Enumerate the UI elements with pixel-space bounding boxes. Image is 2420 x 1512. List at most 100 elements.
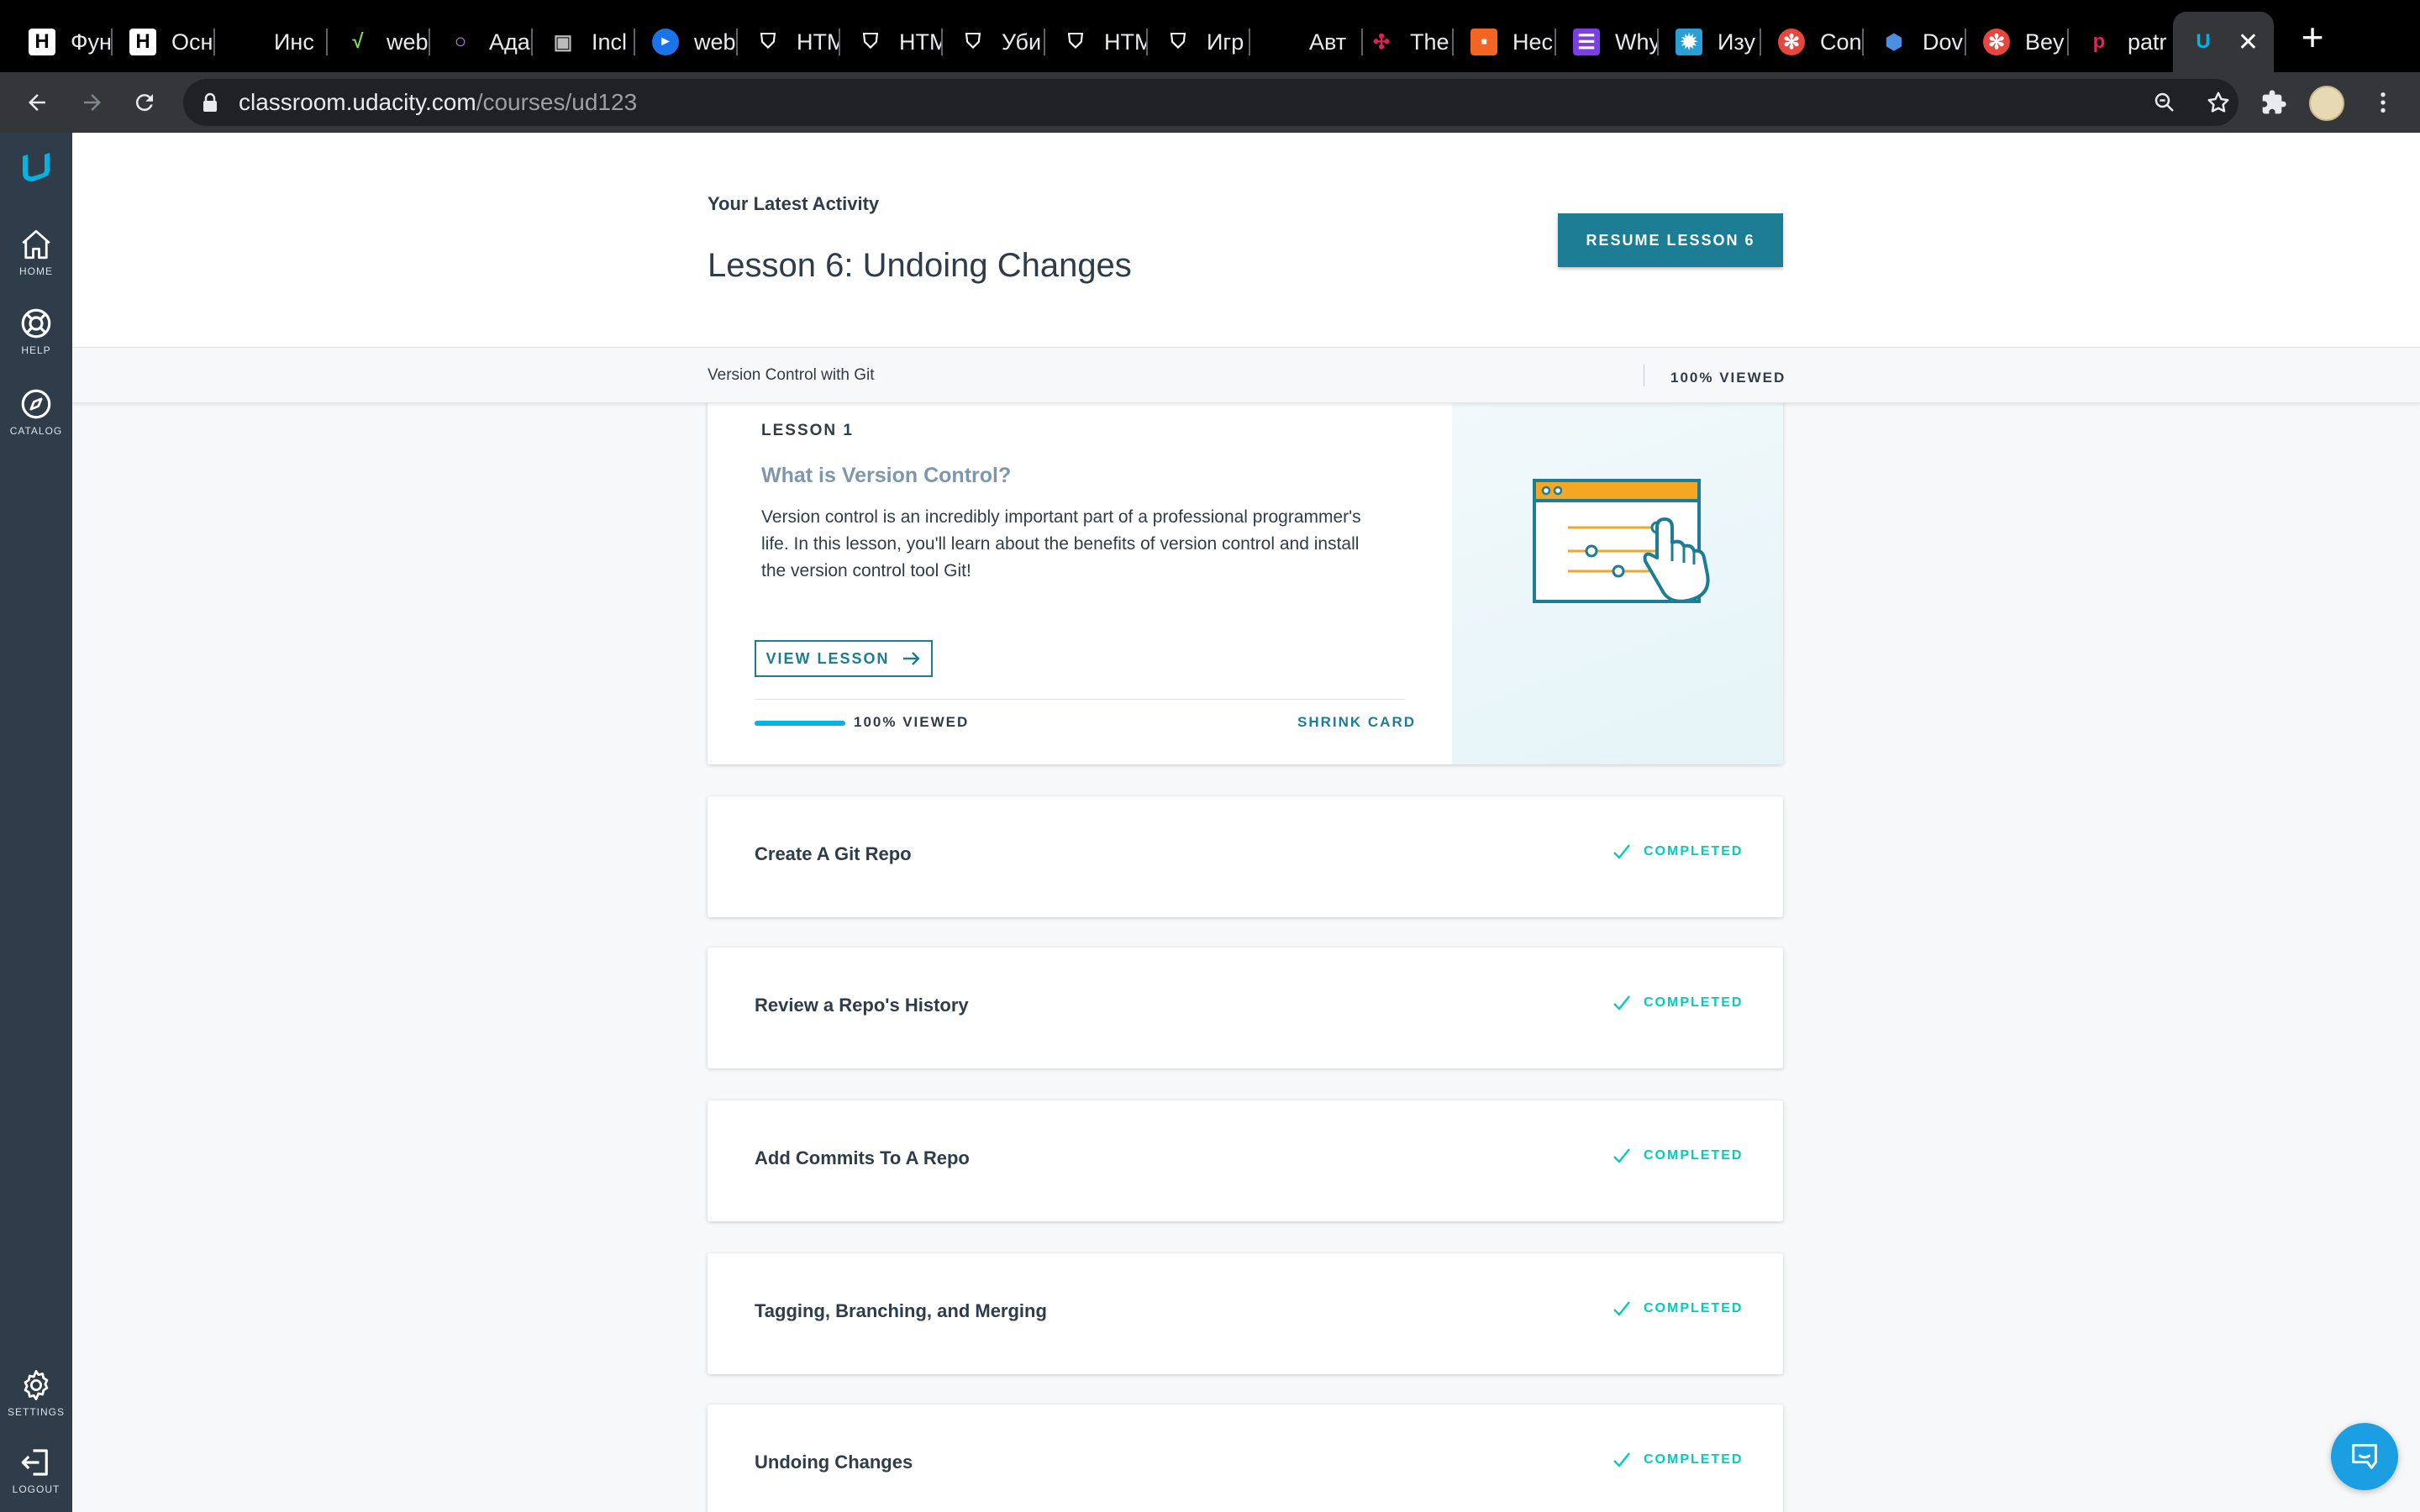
lesson-illustration-panel bbox=[1452, 385, 1783, 764]
browser-tab[interactable]: ⛉ Игр bbox=[1148, 12, 1250, 72]
back-arrow-icon bbox=[29, 94, 45, 111]
sidebar-item-label: HELP bbox=[21, 344, 51, 356]
browser-toolbar: classroom.udacity.com/courses/ud123 bbox=[0, 72, 2420, 133]
new-tab-button[interactable]: + bbox=[2294, 18, 2331, 57]
browser-menu-icon[interactable] bbox=[2363, 82, 2403, 123]
tab-title: Нес bbox=[1512, 29, 1554, 55]
lesson-card[interactable]: Review a Repo's History COMPLETED bbox=[708, 948, 1783, 1068]
status-text: COMPLETED bbox=[1644, 1301, 1744, 1315]
tab-favicon-icon: ☰ bbox=[1573, 29, 1600, 55]
tab-favicon-icon: H bbox=[129, 29, 156, 55]
browser-tab[interactable]: ✣ The bbox=[1351, 12, 1454, 72]
browser-tab[interactable]: H Осн bbox=[113, 12, 215, 72]
reload-button[interactable] bbox=[124, 82, 165, 123]
lesson-card[interactable]: Undoing Changes COMPLETED bbox=[708, 1404, 1783, 1512]
status-badge: COMPLETED bbox=[1612, 1299, 1743, 1319]
browser-tab[interactable]: ⬢ Dov bbox=[1864, 12, 1966, 72]
tab-title: Осн bbox=[171, 29, 213, 55]
zoom-icon[interactable] bbox=[2149, 87, 2180, 118]
gear-icon bbox=[24, 1369, 49, 1401]
tab-title: Инс bbox=[274, 29, 314, 55]
browser-tab[interactable]: ⛉ HTM bbox=[1045, 12, 1148, 72]
browser-tab[interactable]: ⛉ Уби bbox=[943, 12, 1045, 72]
udacity-logo[interactable] bbox=[0, 148, 72, 188]
url-path: /courses/ud123 bbox=[476, 89, 638, 115]
address-bar[interactable]: classroom.udacity.com/courses/ud123 bbox=[183, 79, 2238, 126]
lesson-card[interactable]: Tagging, Branching, and Merging COMPLETE… bbox=[708, 1253, 1783, 1374]
browser-tab[interactable]: H Фун bbox=[12, 12, 113, 72]
checkmark-icon bbox=[1613, 1452, 1630, 1467]
tab-title: Incl bbox=[592, 29, 628, 55]
profile-avatar[interactable] bbox=[2309, 86, 2344, 121]
back-button[interactable] bbox=[17, 82, 57, 123]
browser-tab[interactable]: ⛉ HTM bbox=[738, 12, 840, 72]
view-lesson-button[interactable]: VIEW LESSON bbox=[755, 640, 933, 677]
lesson-card-expanded: LESSON 1 What is Version Control? Versio… bbox=[708, 385, 1783, 764]
lesson-title: Create A Git Repo bbox=[755, 843, 912, 864]
browser-tab-active[interactable]: U ✕ bbox=[2173, 12, 2274, 72]
forward-arrow-icon bbox=[84, 94, 101, 111]
tab-favicon-icon bbox=[232, 29, 259, 55]
tab-favicon-icon: ○ bbox=[454, 30, 467, 53]
app-sidebar: HOME HELP CATALOG SETTINGS LOGOUT bbox=[0, 133, 72, 1512]
browser-tab[interactable]: ✹ Изу bbox=[1659, 12, 1761, 72]
udacity-logo-icon bbox=[23, 153, 50, 181]
tab-title: Изу bbox=[1718, 29, 1755, 55]
browser-tab[interactable]: ○ Ада bbox=[430, 12, 533, 72]
sidebar-item-settings[interactable]: SETTINGS bbox=[0, 1368, 72, 1418]
lesson-card[interactable]: Create A Git Repo COMPLETED bbox=[708, 796, 1783, 917]
close-tab-icon[interactable]: ✕ bbox=[2238, 28, 2259, 57]
browser-tab[interactable]: ✻ Bey bbox=[1966, 12, 2069, 72]
lesson-card[interactable]: Add Commits To A Repo COMPLETED bbox=[708, 1100, 1783, 1221]
browser-tab-strip: H Фун H Осн Инс √ web ○ Ада ▣ Incl ► web… bbox=[0, 0, 2420, 72]
browser-tab[interactable]: ✻ Con bbox=[1761, 12, 1864, 72]
browser-tab[interactable]: ☰ Why bbox=[1556, 12, 1659, 72]
tab-favicon-icon: ✻ bbox=[1778, 29, 1805, 55]
browser-tab[interactable]: √ web bbox=[328, 12, 430, 72]
url-text: classroom.udacity.com/courses/ud123 bbox=[239, 89, 637, 116]
compass-icon bbox=[21, 389, 51, 419]
extensions-puzzle-icon[interactable] bbox=[2254, 82, 2294, 123]
chat-launcher-button[interactable] bbox=[2331, 1423, 2398, 1490]
status-badge: COMPLETED bbox=[1612, 993, 1743, 1013]
sidebar-item-catalog[interactable]: CATALOG bbox=[0, 386, 72, 437]
tab-favicon-icon: ▣ bbox=[553, 30, 573, 54]
tab-favicon-icon bbox=[1267, 29, 1294, 55]
sidebar-item-home[interactable]: HOME bbox=[0, 227, 72, 277]
tab-favicon-icon: ⛉ bbox=[760, 30, 776, 53]
shrink-card-link[interactable]: SHRINK CARD bbox=[1297, 714, 1416, 731]
sidebar-item-label: LOGOUT bbox=[12, 1483, 60, 1495]
tab-title: Con bbox=[1820, 29, 1862, 55]
tab-title: web bbox=[694, 29, 736, 55]
tab-favicon-icon: ✣ bbox=[1372, 30, 1391, 54]
browser-tab[interactable]: ⛉ HTM bbox=[840, 12, 943, 72]
browser-tab[interactable]: ▣ Incl bbox=[533, 12, 635, 72]
logout-icon bbox=[21, 1449, 48, 1476]
tab-title: Dov bbox=[1923, 29, 1964, 55]
lesson-progress-bar bbox=[755, 721, 845, 726]
reload-icon bbox=[135, 94, 153, 112]
sidebar-item-label: SETTINGS bbox=[7, 1406, 65, 1418]
bookmark-star-icon[interactable] bbox=[2203, 87, 2233, 118]
arrow-right-icon bbox=[902, 652, 920, 665]
browser-tab[interactable]: p patr bbox=[2069, 12, 2171, 72]
lesson-description: Version control is an incredibly importa… bbox=[761, 507, 1361, 580]
tab-favicon-icon: U bbox=[2196, 30, 2211, 53]
forward-button[interactable] bbox=[72, 82, 113, 123]
browser-tab[interactable]: Авт bbox=[1250, 12, 1363, 72]
tab-title: Авт bbox=[1309, 29, 1347, 55]
browser-tab[interactable]: ▪ Нес bbox=[1454, 12, 1556, 72]
browser-tab[interactable]: Инс bbox=[215, 12, 328, 72]
browser-sliders-illustration-icon bbox=[1533, 479, 1710, 603]
resume-lesson-button[interactable]: RESUME LESSON 6 bbox=[1558, 213, 1783, 267]
tab-title: Фун bbox=[71, 29, 112, 55]
sidebar-item-help[interactable]: HELP bbox=[0, 306, 72, 356]
tab-title: patr bbox=[2128, 29, 2167, 55]
tab-title: HTM bbox=[1104, 29, 1148, 55]
sidebar-item-logout[interactable]: LOGOUT bbox=[0, 1445, 72, 1495]
tab-favicon-icon: ⛉ bbox=[1068, 30, 1083, 53]
lifebuoy-icon bbox=[21, 308, 51, 339]
browser-tab[interactable]: ► web bbox=[635, 12, 738, 72]
tab-favicon-icon: p bbox=[2092, 30, 2106, 53]
sidebar-item-label: CATALOG bbox=[9, 425, 63, 437]
